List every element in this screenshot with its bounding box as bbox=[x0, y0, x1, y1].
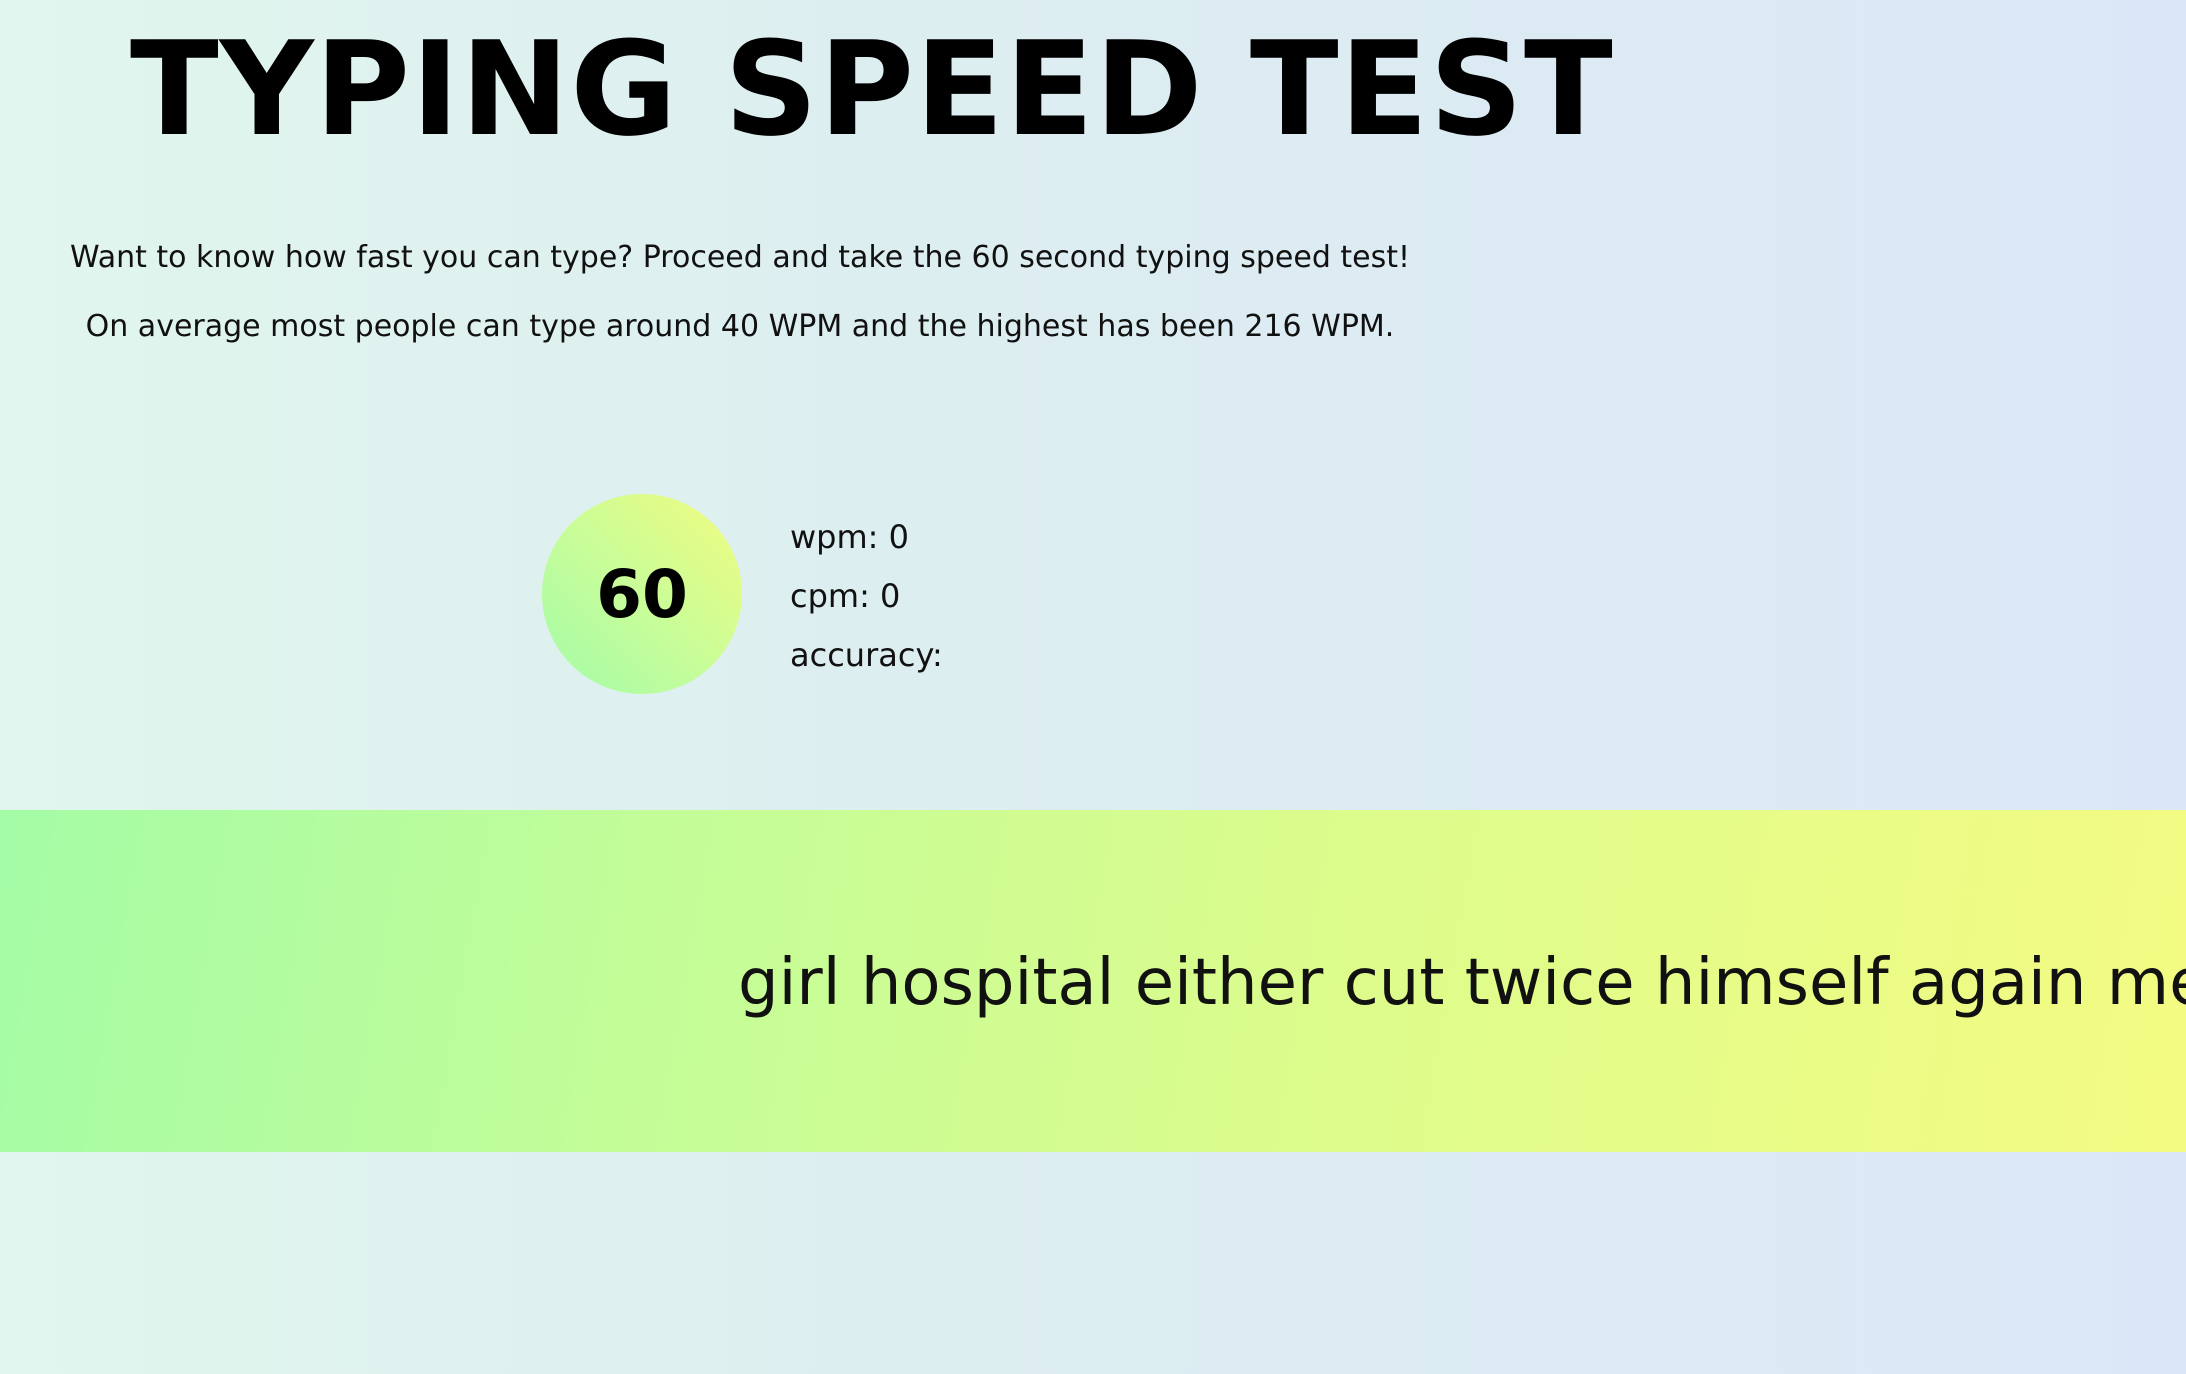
wpm-stat: wpm: 0 bbox=[790, 518, 909, 556]
accuracy-stat: accuracy: bbox=[790, 636, 943, 674]
word-stream: girl hospital either cut twice himself a… bbox=[738, 946, 2186, 1020]
typing-area[interactable]: girl hospital either cut twice himself a… bbox=[0, 810, 2186, 1152]
average-info-text: On average most people can type around 4… bbox=[85, 309, 1395, 344]
countdown-timer: 60 bbox=[542, 494, 742, 694]
timer-seconds: 60 bbox=[596, 555, 688, 633]
page-title: TYPING SPEED TEST bbox=[130, 13, 1614, 165]
cpm-stat: cpm: 0 bbox=[790, 577, 901, 615]
intro-text: Want to know how fast you can type? Proc… bbox=[69, 240, 1411, 275]
stats-panel: wpm: 0 cpm: 0 accuracy: bbox=[790, 512, 943, 689]
